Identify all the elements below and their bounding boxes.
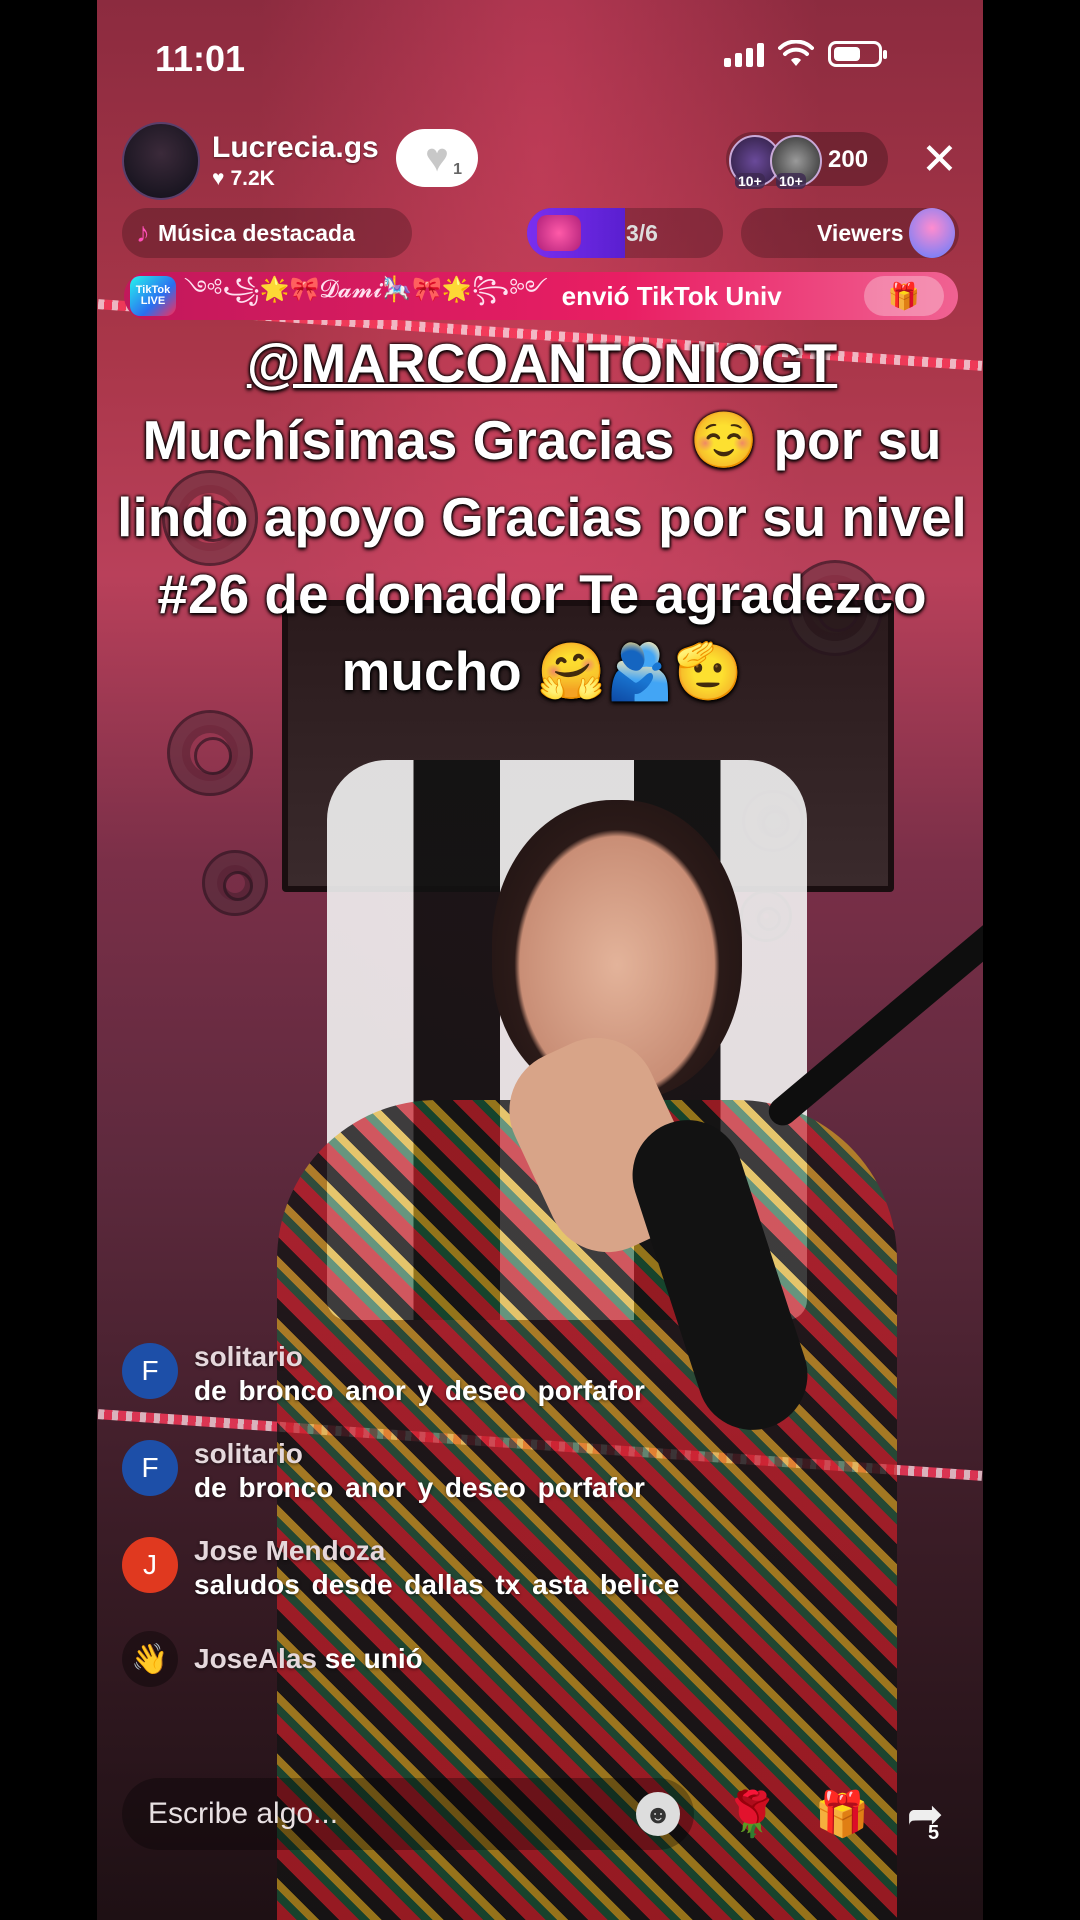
join-notification: 👋 JoseAlas se unió bbox=[122, 1631, 882, 1687]
host-avatar[interactable] bbox=[122, 122, 200, 200]
host-profile[interactable]: Lucrecia.gs ♥ 7.2K bbox=[122, 122, 379, 200]
host-name: Lucrecia.gs bbox=[212, 131, 379, 164]
gift-icon[interactable]: 🎁 bbox=[864, 276, 944, 316]
close-icon[interactable]: ✕ bbox=[921, 138, 958, 182]
wall-decoration bbox=[202, 850, 268, 916]
comment-feed: F solitario de bronco anor y deseo porfa… bbox=[122, 1340, 882, 1687]
commenter-name[interactable]: solitario bbox=[194, 1437, 645, 1471]
tiktok-live-badge: TikTok LIVE bbox=[130, 276, 176, 316]
share-count: 5 bbox=[928, 1822, 940, 1844]
pinned-caption: @MARCOANTONIOGT Muchísimas Gracias ☺️ po… bbox=[112, 325, 972, 710]
viewer-count: 200 bbox=[828, 146, 869, 173]
goal-gift-icon bbox=[537, 215, 581, 251]
joined-user-name[interactable]: JoseAlas bbox=[194, 1643, 317, 1674]
follow-button[interactable]: ♥ 1 bbox=[396, 129, 478, 187]
commenter-avatar[interactable]: J bbox=[122, 1537, 178, 1593]
gift-button[interactable]: 🎁 bbox=[812, 1784, 872, 1844]
share-icon[interactable]: ➦ bbox=[895, 1784, 955, 1844]
gift-notification-banner[interactable]: TikTok LIVE ༺꧁🌟🎀𝓓𝓪𝓶𝓲🎠🎀🌟꧂༻ envió TikTok U… bbox=[124, 272, 958, 320]
host-likes-count: 7.2K bbox=[230, 167, 275, 190]
comment-text: de bronco anor y deseo porfafor bbox=[194, 1375, 645, 1406]
join-action-text: se unió bbox=[316, 1643, 423, 1674]
commenter-name[interactable]: Jose Mendoza bbox=[194, 1534, 679, 1568]
commenter-name[interactable]: solitario bbox=[194, 1340, 645, 1374]
music-note-icon: ♪ bbox=[136, 217, 150, 248]
top-viewer-avatar[interactable]: 10+ bbox=[770, 135, 822, 189]
commenter-avatar[interactable]: F bbox=[122, 1343, 178, 1399]
comment-item[interactable]: F solitario de bronco anor y deseo porfa… bbox=[122, 1340, 882, 1408]
emoji-icon[interactable]: ☻ bbox=[636, 1792, 680, 1836]
commenter-avatar[interactable]: F bbox=[122, 1440, 178, 1496]
wall-decoration bbox=[167, 710, 253, 796]
comment-text: de bronco anor y deseo porfafor bbox=[194, 1472, 645, 1503]
follow-count: 1 bbox=[453, 161, 462, 178]
battery-icon bbox=[828, 41, 887, 67]
caption-message: Muchísimas Gracias ☺️ por su lindo apoyo… bbox=[117, 409, 967, 702]
featured-music-label: Música destacada bbox=[158, 219, 355, 246]
caption-mention[interactable]: @MARCOANTONIOGT bbox=[112, 325, 972, 402]
gift-goal-progress[interactable]: 3/6 bbox=[527, 208, 723, 258]
rose-icon[interactable]: 🌹 bbox=[722, 1784, 782, 1844]
gift-banner-text: envió TikTok Univ bbox=[561, 280, 782, 311]
comment-text: saludos desde dallas tx asta belice bbox=[194, 1569, 680, 1600]
viewers-icon bbox=[909, 208, 955, 258]
comment-input-placeholder: Escribe algo... bbox=[148, 1797, 339, 1830]
viewer-badge: 10+ bbox=[776, 173, 806, 189]
featured-music-button[interactable]: ♪ Música destacada bbox=[122, 208, 412, 258]
heart-icon: ♥ bbox=[212, 167, 225, 190]
status-icons bbox=[724, 40, 887, 68]
wave-icon: 👋 bbox=[122, 1631, 178, 1687]
status-time: 11:01 bbox=[154, 38, 246, 79]
goal-progress-label: 3/6 bbox=[626, 220, 658, 246]
host-likes: ♥ 7.2K bbox=[212, 167, 379, 191]
viewer-badge: 10+ bbox=[735, 173, 765, 189]
wifi-icon bbox=[778, 40, 814, 66]
viewers-label: Viewers bbox=[817, 219, 904, 246]
viewers-button[interactable]: Viewers bbox=[741, 208, 959, 258]
viewer-list-button[interactable]: 10+ 10+ 200 bbox=[726, 132, 888, 189]
comment-item[interactable]: J Jose Mendoza saludos desde dallas tx a… bbox=[122, 1534, 882, 1602]
signal-icon bbox=[724, 41, 764, 67]
comment-item[interactable]: F solitario de bronco anor y deseo porfa… bbox=[122, 1437, 882, 1505]
sender-name: ༺꧁🌟🎀𝓓𝓪𝓶𝓲🎠🎀🌟꧂༻ bbox=[184, 275, 548, 303]
comment-input[interactable]: Escribe algo... ☻ bbox=[122, 1778, 694, 1850]
heart-icon: ♥ bbox=[425, 136, 449, 180]
